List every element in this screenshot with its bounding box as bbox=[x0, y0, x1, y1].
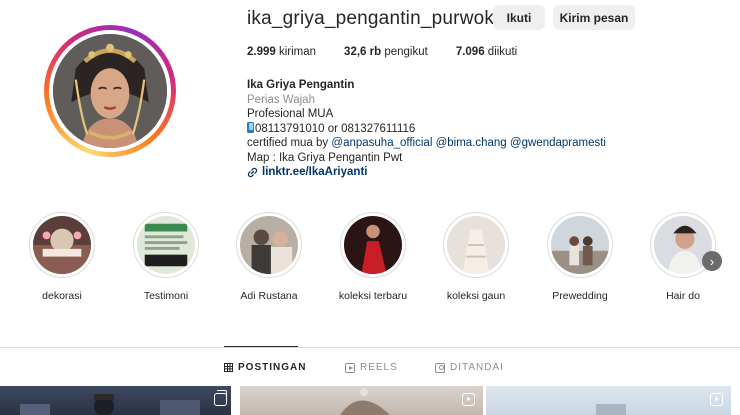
highlight-item[interactable]: Testimoni bbox=[126, 212, 206, 302]
followers-count-value: 32,6 rb bbox=[344, 46, 382, 58]
post-image bbox=[340, 388, 390, 415]
message-button[interactable]: Kirim pesan bbox=[553, 5, 635, 30]
highlight-label: koleksi gaun bbox=[446, 290, 506, 302]
avatar-image bbox=[53, 34, 167, 148]
reels-icon bbox=[462, 393, 475, 406]
bio-certified-line: certified mua by @anpasuha_official @bim… bbox=[247, 136, 606, 151]
highlight-ring bbox=[29, 212, 95, 278]
bio-certified-prefix: certified mua by bbox=[247, 137, 329, 149]
highlight-label: Adi Rustana bbox=[240, 290, 298, 302]
highlight-ring bbox=[547, 212, 613, 278]
highlight-cover bbox=[344, 216, 402, 274]
bio-map: Map : Ika Griya Pengantin Pwt bbox=[247, 151, 403, 164]
link-icon bbox=[247, 167, 258, 177]
profile-stats: 2.999 kiriman 32,6 rb pengikut 7.096 dii… bbox=[247, 46, 545, 58]
tab-tagged-label: DITANDAI bbox=[450, 362, 504, 373]
chevron-right-icon[interactable]: › bbox=[702, 251, 722, 271]
mention-link[interactable]: @bima.chang bbox=[436, 137, 507, 149]
highlight-item[interactable]: koleksi terbaru bbox=[333, 212, 413, 302]
profile-bio: Ika Griya Pengantin Perias Wajah Profesi… bbox=[247, 78, 606, 180]
bio-line: Profesional MUA bbox=[247, 108, 334, 120]
highlight-item[interactable]: koleksi gaun bbox=[436, 212, 516, 302]
bio-name: Ika Griya Pengantin bbox=[247, 79, 355, 91]
highlight-item[interactable]: Prewedding bbox=[540, 212, 620, 302]
tab-reels-label: REELS bbox=[360, 362, 398, 373]
highlight-cover bbox=[447, 216, 505, 274]
highlight-label: Prewedding bbox=[552, 290, 608, 302]
carousel-icon bbox=[214, 390, 227, 406]
highlight-cover bbox=[551, 216, 609, 274]
bio-phones-line: 08113791010 or 081327611116 bbox=[247, 121, 606, 137]
post-thumbnail[interactable] bbox=[486, 386, 731, 415]
grid-icon bbox=[224, 363, 233, 372]
reels-icon bbox=[345, 362, 355, 373]
tagged-icon bbox=[435, 362, 445, 373]
tab-reels[interactable]: REELS bbox=[345, 362, 398, 373]
profile-avatar[interactable] bbox=[44, 25, 176, 157]
bio-category: Perias Wajah bbox=[247, 93, 315, 106]
post-image bbox=[20, 394, 200, 415]
tab-tagged[interactable]: DITANDAI bbox=[435, 362, 504, 373]
bio-link-text: linktr.ee/IkaAriyanti bbox=[262, 166, 368, 178]
highlight-cover bbox=[137, 216, 195, 274]
highlight-cover bbox=[240, 216, 298, 274]
bio-phones: 08113791010 or 081327611116 bbox=[255, 122, 416, 135]
tab-posts-label: POSTINGAN bbox=[238, 362, 307, 373]
post-thumbnail[interactable] bbox=[240, 386, 483, 415]
story-highlights: dekorasi Testimoni Adi Rustana koleksi t… bbox=[0, 212, 740, 312]
bio-external-link[interactable]: linktr.ee/IkaAriyanti bbox=[247, 165, 606, 180]
highlight-cover bbox=[33, 216, 91, 274]
active-tab-indicator bbox=[224, 346, 298, 347]
avatar-frame bbox=[49, 30, 171, 152]
following-count-value: 7.096 bbox=[455, 46, 485, 58]
follow-button[interactable]: Ikuti bbox=[493, 5, 545, 30]
highlight-label: Testimoni bbox=[143, 290, 189, 302]
highlight-ring bbox=[443, 212, 509, 278]
tabs-divider bbox=[0, 347, 740, 348]
mention-link[interactable]: @anpasuha_official bbox=[331, 137, 432, 149]
phone-icon bbox=[247, 121, 254, 133]
reels-icon bbox=[710, 393, 723, 406]
highlight-item[interactable]: Adi Rustana bbox=[229, 212, 309, 302]
mention-link[interactable]: @gwendapramesti bbox=[510, 137, 606, 149]
followers-count-label: pengikut bbox=[384, 46, 428, 58]
posts-count-value: 2.999 bbox=[247, 46, 276, 58]
profile-username: ika_griya_pengantin_purwokerto bbox=[247, 8, 528, 29]
tab-posts[interactable]: POSTINGAN bbox=[224, 362, 306, 373]
post-image bbox=[596, 404, 626, 415]
following-count[interactable]: 7.096 diikuti bbox=[456, 46, 517, 58]
highlight-label: Hair do bbox=[666, 290, 700, 302]
highlight-ring bbox=[236, 212, 302, 278]
followers-count[interactable]: 32,6 rb pengikut bbox=[344, 46, 428, 58]
post-thumbnail[interactable] bbox=[0, 386, 231, 415]
highlight-item[interactable]: dekorasi bbox=[22, 212, 102, 302]
highlight-label: dekorasi bbox=[42, 290, 82, 302]
posts-count: 2.999 kiriman bbox=[247, 46, 316, 58]
posts-count-label: kiriman bbox=[278, 46, 317, 58]
highlight-ring bbox=[133, 212, 199, 278]
following-count-label: diikuti bbox=[487, 46, 518, 58]
highlight-ring bbox=[340, 212, 406, 278]
highlight-label: koleksi terbaru bbox=[338, 290, 408, 302]
